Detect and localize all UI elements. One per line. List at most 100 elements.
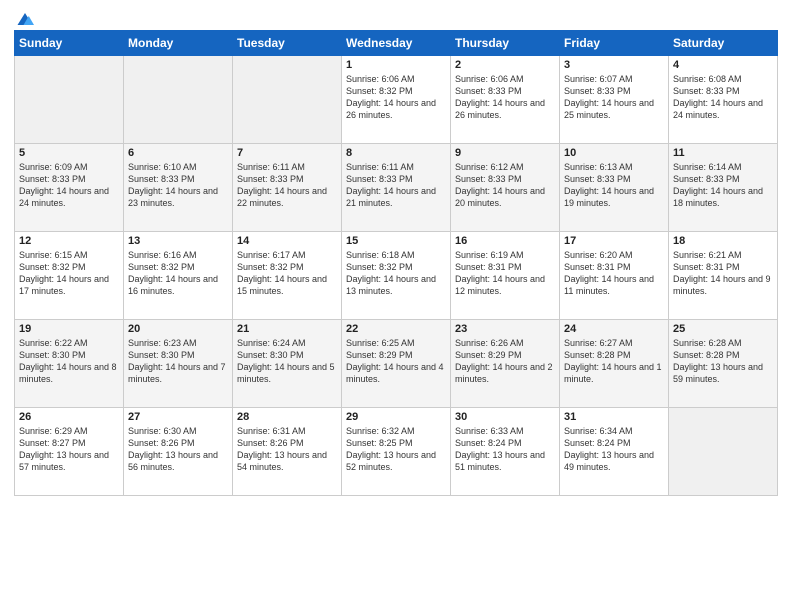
day-number: 18 [673, 235, 773, 247]
calendar-header-thursday: Thursday [451, 31, 560, 56]
daylight-label: Daylight: 14 hours and 19 minutes. [564, 186, 654, 208]
calendar-header-wednesday: Wednesday [342, 31, 451, 56]
daylight-label: Daylight: 14 hours and 24 minutes. [673, 98, 763, 120]
sunrise-label: Sunrise: 6:09 AM [19, 162, 88, 172]
calendar-cell: 28 Sunrise: 6:31 AMSunset: 8:26 PMDayligh… [233, 408, 342, 496]
sunrise-label: Sunrise: 6:18 AM [346, 250, 415, 260]
day-info: Sunrise: 6:31 AMSunset: 8:26 PMDaylight:… [237, 425, 337, 474]
daylight-label: Daylight: 14 hours and 12 minutes. [455, 274, 545, 296]
calendar-cell: 24Sunrise: 6:27 AMSunset: 8:28 PMDayligh… [560, 320, 669, 408]
day-info: Sunrise: 6:24 AMSunset: 8:30 PMDaylight:… [237, 337, 337, 386]
sunset-label: Sunset: 8:28 PM [564, 350, 631, 360]
sunrise-label: Sunrise: 6:24 AM [237, 338, 306, 348]
day-info: Sunrise: 6:15 AMSunset: 8:32 PMDaylight:… [19, 249, 119, 298]
sunset-label: Sunset: 8:32 PM [19, 262, 86, 272]
calendar-header-sunday: Sunday [15, 31, 124, 56]
sunset-label: Sunset: 8:29 PM [346, 350, 413, 360]
day-info: Sunrise: 6:08 AMSunset: 8:33 PMDaylight:… [673, 73, 773, 122]
day-info: Sunrise: 6:29 AMSunset: 8:27 PMDaylight:… [19, 425, 119, 474]
calendar-header-monday: Monday [124, 31, 233, 56]
calendar-table: SundayMondayTuesdayWednesdayThursdayFrid… [14, 30, 778, 496]
calendar-cell: 13Sunrise: 6:16 AMSunset: 8:32 PMDayligh… [124, 232, 233, 320]
day-info: Sunrise: 6:22 AMSunset: 8:30 PMDaylight:… [19, 337, 119, 386]
calendar-cell: 15Sunrise: 6:18 AMSunset: 8:32 PMDayligh… [342, 232, 451, 320]
calendar-cell: 27Sunrise: 6:30 AMSunset: 8:26 PMDayligh… [124, 408, 233, 496]
calendar-cell: 1 Sunrise: 6:06 AMSunset: 8:32 PMDaylight… [342, 56, 451, 144]
calendar-cell: 10 Sunrise: 6:13 AM Sunset: 8:33 PM Dayligh… [560, 144, 669, 232]
day-number: 9 [455, 147, 555, 159]
calendar-cell: 21 Sunrise: 6:24 AMSunset: 8:30 PMDayligh… [233, 320, 342, 408]
sunrise-label: Sunrise: 6:13 AM [564, 162, 633, 172]
calendar-week-2: 5 Sunrise: 6:09 AM Sunset: 8:33 PM Daylight… [15, 144, 778, 232]
calendar-cell [233, 56, 342, 144]
day-number: 6 [128, 147, 228, 159]
day-number: 2 [455, 59, 555, 71]
day-number: 28 [237, 411, 337, 423]
day-number: 20 [128, 323, 228, 335]
calendar-cell: 8Sunrise: 6:11 AMSunset: 8:33 PMDaylight… [342, 144, 451, 232]
sunset-label: Sunset: 8:33 PM [564, 174, 631, 184]
calendar-cell: 19Sunrise: 6:22 AMSunset: 8:30 PMDayligh… [15, 320, 124, 408]
sunset-label: Sunset: 8:31 PM [673, 262, 740, 272]
calendar-cell: 18 Sunrise: 6:21 AMSunset: 8:31 PMDayligh… [669, 232, 778, 320]
calendar-cell: 17Sunrise: 6:20 AMSunset: 8:31 PMDayligh… [560, 232, 669, 320]
calendar-cell: 14Sunrise: 6:17 AMSunset: 8:32 PMDayligh… [233, 232, 342, 320]
sunrise-label: Sunrise: 6:14 AM [673, 162, 742, 172]
day-info: Sunrise: 6:21 AMSunset: 8:31 PMDaylight:… [673, 249, 773, 298]
sunrise-label: Sunrise: 6:28 AM [673, 338, 742, 348]
day-number: 10 [564, 147, 664, 159]
calendar-cell: 16Sunrise: 6:19 AMSunset: 8:31 PMDayligh… [451, 232, 560, 320]
day-number: 19 [19, 323, 119, 335]
calendar-cell: 22Sunrise: 6:25 AMSunset: 8:29 PMDayligh… [342, 320, 451, 408]
day-info: Sunrise: 6:32 AMSunset: 8:25 PMDaylight:… [346, 425, 446, 474]
day-number: 29 [346, 411, 446, 423]
daylight-label: Daylight: 14 hours and 2 minutes. [455, 362, 553, 384]
day-number: 16 [455, 235, 555, 247]
sunrise-label: Sunrise: 6:06 AM [455, 74, 524, 84]
day-info: Sunrise: 6:33 AMSunset: 8:24 PMDaylight:… [455, 425, 555, 474]
day-number: 1 [346, 59, 446, 71]
day-info: Sunrise: 6:06 AMSunset: 8:32 PMDaylight:… [346, 73, 446, 122]
day-info: Sunrise: 6:26 AMSunset: 8:29 PMDaylight:… [455, 337, 555, 386]
day-number: 5 [19, 147, 119, 159]
day-number: 17 [564, 235, 664, 247]
sunset-label: Sunset: 8:30 PM [19, 350, 86, 360]
day-info: Sunrise: 6:13 AM Sunset: 8:33 PM Daylight:… [564, 161, 664, 210]
sunset-label: Sunset: 8:33 PM [19, 174, 86, 184]
sunset-label: Sunset: 8:33 PM [564, 86, 631, 96]
header [14, 10, 778, 24]
calendar-cell: 4Sunrise: 6:08 AMSunset: 8:33 PMDaylight… [669, 56, 778, 144]
page: SundayMondayTuesdayWednesdayThursdayFrid… [0, 0, 792, 612]
calendar-cell: 2Sunrise: 6:06 AMSunset: 8:33 PMDaylight… [451, 56, 560, 144]
calendar-cell: 31Sunrise: 6:34 AMSunset: 8:24 PMDayligh… [560, 408, 669, 496]
day-info: Sunrise: 6:12 AMSunset: 8:33 PMDaylight:… [455, 161, 555, 210]
daylight-label: Daylight: 14 hours and 7 minutes. [128, 362, 226, 384]
sunrise-label: Sunrise: 6:25 AM [346, 338, 415, 348]
calendar-cell [669, 408, 778, 496]
sunset-label: Sunset: 8:33 PM [128, 174, 195, 184]
calendar-cell: 30 Sunrise: 6:33 AMSunset: 8:24 PMDayligh… [451, 408, 560, 496]
daylight-label: Daylight: 14 hours and 1 minute. [564, 362, 662, 384]
calendar-cell: 9 Sunrise: 6:12 AMSunset: 8:33 PMDaylight… [451, 144, 560, 232]
daylight-label: Daylight: 14 hours and 20 minutes. [455, 186, 545, 208]
day-number: 21 [237, 323, 337, 335]
sunset-label: Sunset: 8:33 PM [673, 174, 740, 184]
day-info: Sunrise: 6:34 AMSunset: 8:24 PMDaylight:… [564, 425, 664, 474]
sunrise-label: Sunrise: 6:32 AM [346, 426, 415, 436]
calendar-cell: 23Sunrise: 6:26 AMSunset: 8:29 PMDayligh… [451, 320, 560, 408]
sunrise-label: Sunrise: 6:22 AM [19, 338, 88, 348]
day-info: Sunrise: 6:17 AMSunset: 8:32 PMDaylight:… [237, 249, 337, 298]
daylight-label: Daylight: 14 hours and 5 minutes. [237, 362, 335, 384]
day-info: Sunrise: 6:18 AMSunset: 8:32 PMDaylight:… [346, 249, 446, 298]
sunset-label: Sunset: 8:32 PM [237, 262, 304, 272]
calendar-cell: 20Sunrise: 6:23 AMSunset: 8:30 PMDayligh… [124, 320, 233, 408]
day-number: 7 [237, 147, 337, 159]
day-number: 3 [564, 59, 664, 71]
sunset-label: Sunset: 8:29 PM [455, 350, 522, 360]
sunrise-label: Sunrise: 6:08 AM [673, 74, 742, 84]
day-info: Sunrise: 6:11 AMSunset: 8:33 PMDaylight:… [237, 161, 337, 210]
calendar-week-1: 1 Sunrise: 6:06 AMSunset: 8:32 PMDaylight… [15, 56, 778, 144]
daylight-label: Daylight: 14 hours and 17 minutes. [19, 274, 109, 296]
day-number: 30 [455, 411, 555, 423]
sunrise-label: Sunrise: 6:30 AM [128, 426, 197, 436]
